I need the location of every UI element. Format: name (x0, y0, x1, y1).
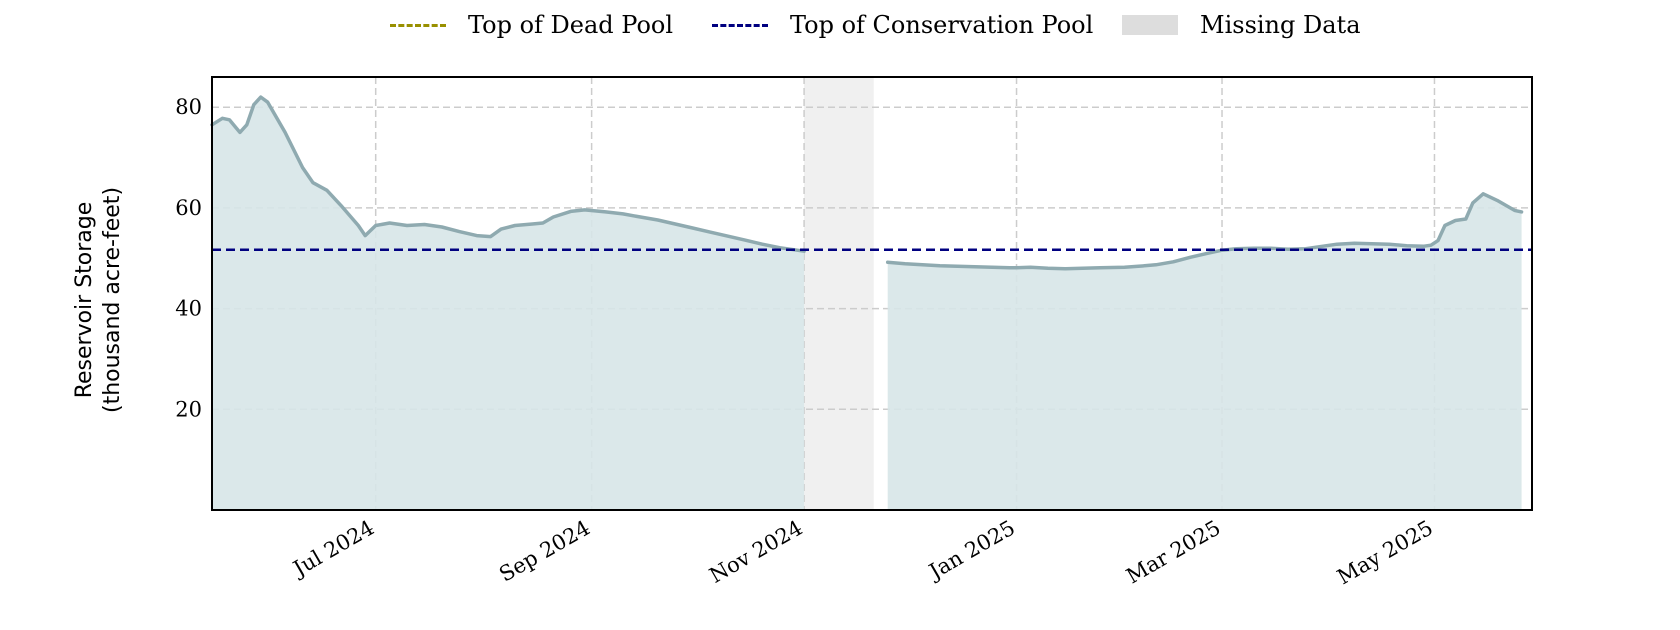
x-tick-label: Nov 2024 (705, 516, 806, 588)
x-tick-label: Sep 2024 (495, 516, 594, 587)
y-tick-label: 20 (175, 397, 202, 421)
x-tick-label: May 2025 (1333, 516, 1437, 590)
x-tick-label: Jan 2025 (923, 516, 1019, 585)
missing-data-band (804, 77, 874, 510)
y-tick-label: 80 (175, 95, 202, 119)
missing-data-bands (804, 77, 874, 510)
y-tick-labels: 20 40 60 80 (175, 95, 202, 421)
x-tick-label: Jul 2024 (288, 516, 379, 582)
y-tick-label: 40 (175, 297, 202, 321)
y-tick-label: 60 (175, 196, 202, 220)
y-axis-title-group: Reservoir Storage (thousand acre-feet) (72, 187, 125, 413)
y-axis-title: Reservoir Storage (72, 202, 97, 399)
y-axis-unit: (thousand acre-feet) (100, 187, 125, 413)
x-tick-label: Mar 2025 (1122, 516, 1224, 589)
reservoir-storage-chart: 20 40 60 80 Jul 2024 Sep 2024 Nov 2024 Jan 202… (72, 76, 1533, 590)
x-tick-labels: Jul 2024 Sep 2024 Nov 2024 Jan 2025 Mar 2025… (288, 516, 1437, 590)
